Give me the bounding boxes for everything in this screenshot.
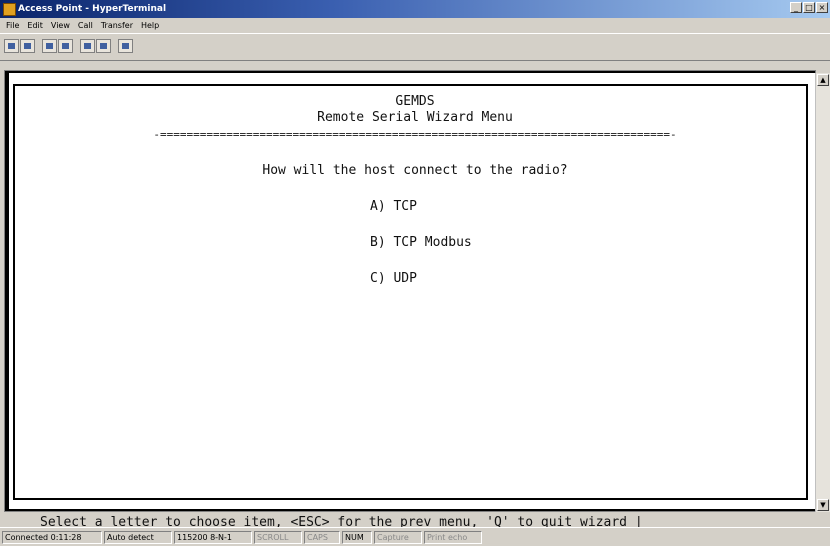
status-scroll: SCROLL: [254, 531, 302, 544]
menu-call[interactable]: Call: [78, 18, 93, 33]
option-c: C) UDP: [370, 271, 417, 286]
status-detect: Auto detect: [104, 531, 172, 544]
title-bar: Access Point - HyperTerminal _ □ ×: [0, 0, 830, 18]
send-icon[interactable]: [80, 39, 95, 53]
minimize-button[interactable]: _: [790, 2, 802, 13]
scroll-up-icon[interactable]: ▲: [817, 74, 829, 86]
status-connected: Connected 0:11:28: [2, 531, 102, 544]
status-caps: CAPS: [304, 531, 340, 544]
status-print-echo: Print echo: [424, 531, 482, 544]
status-baud: 115200 8-N-1: [174, 531, 252, 544]
scroll-down-icon[interactable]: ▼: [817, 499, 829, 511]
properties-icon[interactable]: [118, 39, 133, 53]
menu-view[interactable]: View: [51, 18, 70, 33]
menu-file[interactable]: File: [6, 18, 19, 33]
status-capture: Capture: [374, 531, 422, 544]
window-title: Access Point - HyperTerminal: [18, 4, 167, 14]
terminal-header: GEMDS: [395, 94, 435, 109]
option-b: B) TCP Modbus: [370, 235, 472, 250]
terminal-box: [13, 84, 808, 500]
maximize-button[interactable]: □: [803, 2, 815, 13]
vertical-scrollbar[interactable]: ▲ ▼: [815, 73, 830, 512]
menu-edit[interactable]: Edit: [27, 18, 43, 33]
option-a: A) TCP: [370, 199, 417, 214]
menu-help[interactable]: Help: [141, 18, 159, 33]
terminal-menu-title: Remote Serial Wizard Menu: [317, 110, 513, 125]
close-button[interactable]: ×: [816, 2, 828, 13]
receive-icon[interactable]: [96, 39, 111, 53]
status-bar: Connected 0:11:28 Auto detect 115200 8-N…: [0, 527, 830, 546]
window-controls: _ □ ×: [790, 2, 828, 13]
phone-icon[interactable]: [42, 39, 57, 53]
open-icon[interactable]: [20, 39, 35, 53]
terminal-question: How will the host connect to the radio?: [262, 163, 568, 178]
menu-bar: File Edit View Call Transfer Help: [0, 18, 830, 33]
toolbar: [0, 33, 830, 61]
status-num: NUM: [342, 531, 372, 544]
hyperterminal-icon: [3, 3, 16, 16]
menu-transfer[interactable]: Transfer: [101, 18, 133, 33]
terminal-separator: -=======================================…: [153, 128, 677, 141]
new-icon[interactable]: [4, 39, 19, 53]
disconnect-icon[interactable]: [58, 39, 73, 53]
